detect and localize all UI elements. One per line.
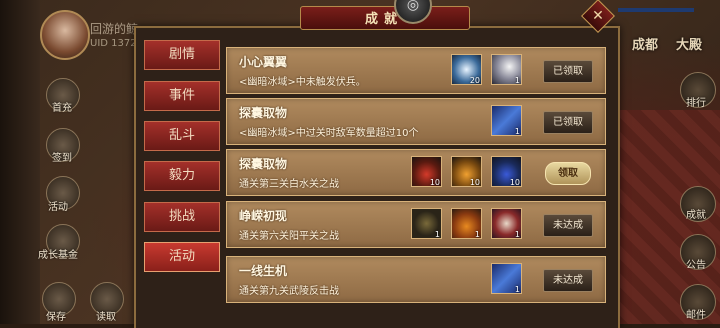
achievement-title: 峥嵘初现 [239,209,288,223]
close-icon[interactable]: ✕ [586,4,610,28]
city-chengdu[interactable]: 成都 [632,34,658,53]
left-pillar [0,0,40,324]
not-achieved-button[interactable]: 未达成 [543,214,593,237]
reward-count: 1 [514,76,520,85]
achievement-title: 探囊取物 [239,106,288,120]
tab-event[interactable]: 事件 [144,81,220,111]
orange-fruit-icon[interactable]: 10 [451,156,482,187]
load-label: 读取 [96,312,116,323]
claimed-button[interactable]: 已领取 [543,60,593,83]
tab-activity[interactable]: 活动 [144,242,220,272]
player-name: 回游的鲸 [90,22,139,36]
achievement-title: 小心翼翼 [239,55,288,69]
tab-melee[interactable]: 乱斗 [144,121,220,151]
reward-count: 1 [434,230,440,239]
panel-title: 成就 [364,12,403,27]
notice-label: 公告 [686,260,706,271]
achievement-row: 一线生机 通关第九关武陵反击战 1 未达成 [226,256,606,303]
mail-label: 邮件 [686,310,706,321]
reward-count: 10 [509,178,520,187]
reward-count: 10 [429,178,440,187]
achievement-row: 峥嵘初现 通关第六关阳平关之战 1 1 1 未达成 [226,201,606,248]
player-avatar[interactable] [40,10,90,60]
reward-count: 1 [474,230,480,239]
event-label: 活动 [48,202,68,213]
achievement-desc: 通关第三关白水关之战 [239,179,339,190]
achievement-desc: 通关第六关阳平关之战 [239,231,339,242]
achievement-row: 探囊取物 <幽暗冰域>中过关时敌军数量超过10个 1 已领取 [226,98,606,145]
city-hall[interactable]: 大殿 [676,34,702,53]
scroll-icon[interactable]: 1 [491,263,522,294]
achievement-row: 小心翼翼 <幽暗冰域>中未触发伏兵。 20 1 已领取 [226,47,606,94]
gourd-icon[interactable]: 1 [451,208,482,239]
achievement-title: 一线生机 [239,264,288,278]
reward-count: 1 [514,285,520,294]
save-label: 保存 [46,312,66,323]
claimed-button[interactable]: 已领取 [543,111,593,134]
achievement-desc: 通关第九关武陵反击战 [239,286,339,297]
not-achieved-button[interactable]: 未达成 [543,269,593,292]
player-uid: UID 1372 [90,38,137,49]
achievement-desc: <幽暗冰域>中过关时敌军数量超过10个 [239,128,419,139]
reward-count: 1 [514,127,520,136]
dragon-icon[interactable]: 1 [491,208,522,239]
feather-icon[interactable]: 1 [491,54,522,85]
tab-perseverance[interactable]: 毅力 [144,161,220,191]
resource-bar [618,8,694,12]
reward-count: 10 [469,178,480,187]
achievement-desc: <幽暗冰域>中未触发伏兵。 [239,77,366,88]
reward-count: 20 [469,76,480,85]
tab-challenge[interactable]: 挑战 [144,202,220,232]
achievement-title: 探囊取物 [239,157,288,171]
growth-fund-label: 成长基金 [38,250,78,261]
achievement-label: 成就 [686,210,706,221]
tab-story[interactable]: 剧情 [144,40,220,70]
claim-button[interactable]: 领取 [545,162,591,185]
scroll-icon[interactable]: 1 [491,105,522,136]
armor-icon[interactable]: 1 [411,208,442,239]
first-recharge-label: 首充 [52,103,72,114]
ice-crystal-icon[interactable]: 20 [451,54,482,85]
sign-in-label: 签到 [52,153,72,164]
reward-count: 1 [514,230,520,239]
red-fruit-icon[interactable]: 10 [411,156,442,187]
blue-fruit-icon[interactable]: 10 [491,156,522,187]
ranking-label: 排行 [686,98,706,109]
achievement-row: 探囊取物 通关第三关白水关之战 10 10 10 领取 [226,149,606,196]
